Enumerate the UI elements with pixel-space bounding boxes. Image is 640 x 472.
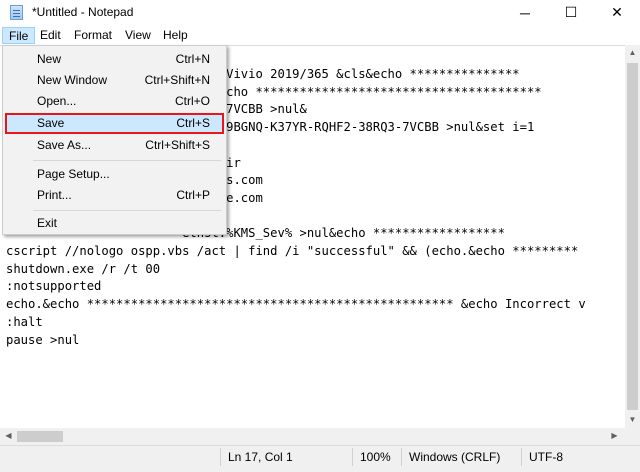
menu-file[interactable]: File — [2, 27, 36, 44]
file-menu-dropdown: New Ctrl+N New Window Ctrl+Shift+N Open.… — [2, 45, 227, 235]
horizontal-scroll-thumb[interactable] — [17, 431, 63, 442]
menu-view[interactable]: View — [119, 27, 157, 44]
menu-item-open[interactable]: Open... Ctrl+O — [5, 91, 224, 112]
menu-bar: File Edit Format View Help — [0, 25, 640, 45]
menu-edit[interactable]: Edit — [34, 27, 67, 44]
status-zoom: 100% — [360, 450, 391, 464]
scroll-up-arrow-icon[interactable]: ▲ — [625, 48, 640, 57]
status-divider — [220, 448, 221, 466]
minimize-icon: ─ — [520, 4, 530, 21]
menu-separator — [33, 210, 221, 211]
status-bar: Ln 17, Col 1 100% Windows (CRLF) UTF-8 — [0, 445, 640, 472]
menu-item-new-window[interactable]: New Window Ctrl+Shift+N — [5, 70, 224, 91]
menu-item-save[interactable]: Save Ctrl+S — [5, 113, 224, 134]
notepad-app-icon — [10, 5, 23, 20]
window-title: *Untitled - Notepad — [32, 5, 134, 19]
vertical-scroll-thumb[interactable] — [627, 63, 638, 410]
maximize-icon: ☐ — [564, 4, 578, 20]
minimize-button[interactable]: ─ — [502, 0, 548, 25]
menu-item-new[interactable]: New Ctrl+N — [5, 49, 224, 70]
menu-format[interactable]: Format — [68, 27, 118, 44]
scroll-left-arrow-icon[interactable]: ◀ — [1, 431, 16, 440]
menu-item-page-setup[interactable]: Page Setup... — [5, 164, 224, 185]
status-divider — [401, 448, 402, 466]
status-encoding: UTF-8 — [529, 450, 563, 464]
status-divider — [521, 448, 522, 466]
maximize-button[interactable]: ☐ — [548, 0, 594, 25]
horizontal-scrollbar[interactable]: ◀ ▶ — [0, 428, 625, 445]
menu-help[interactable]: Help — [157, 27, 194, 44]
close-icon: ✕ — [611, 4, 623, 20]
title-bar: *Untitled - Notepad ─ ☐ ✕ — [0, 0, 640, 25]
scroll-down-arrow-icon[interactable]: ▼ — [625, 415, 640, 424]
menu-item-print[interactable]: Print... Ctrl+P — [5, 185, 224, 206]
status-divider — [352, 448, 353, 466]
menu-item-exit[interactable]: Exit — [5, 213, 224, 234]
menu-separator — [33, 160, 221, 161]
menu-item-save-as[interactable]: Save As... Ctrl+Shift+S — [5, 135, 224, 156]
scroll-right-arrow-icon[interactable]: ▶ — [607, 431, 622, 440]
status-line-endings: Windows (CRLF) — [409, 450, 501, 464]
status-position: Ln 17, Col 1 — [228, 450, 293, 464]
vertical-scrollbar[interactable]: ▲ ▼ — [625, 45, 640, 428]
close-button[interactable]: ✕ — [594, 0, 640, 25]
scrollbar-corner — [625, 428, 640, 445]
